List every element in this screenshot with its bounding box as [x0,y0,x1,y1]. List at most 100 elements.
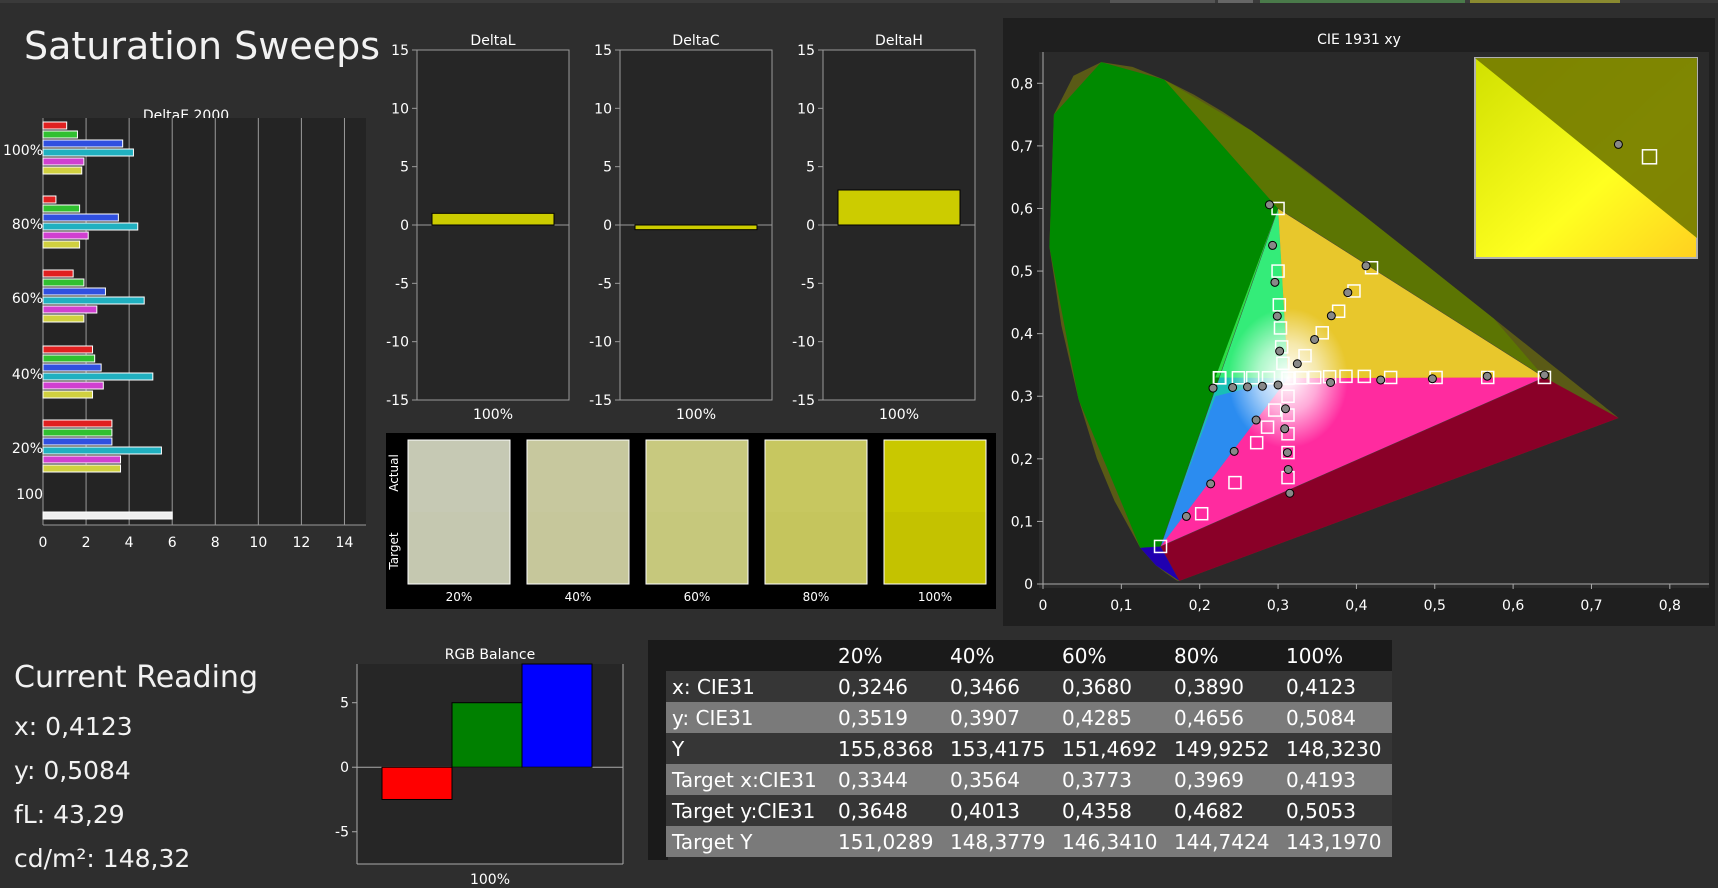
measured-marker [1280,424,1290,434]
table-header-cell: 60% [1062,643,1107,668]
table-cell: 0,5084 [1286,705,1356,730]
measured-marker [1208,383,1218,393]
x-tick-label: 4 [125,535,134,551]
category-label: 100% [676,407,716,423]
swatch-target [646,512,748,584]
measurement-table: 20% 40% 60% 80% 100% x: CIE31 0,3246 0,3… [666,640,1392,857]
deltae-bar [42,231,89,240]
measured-marker [1281,404,1291,414]
y-tick-label: 10 [797,101,815,117]
table-row: x: CIE31 0,3246 0,3466 0,3680 0,3890 0,4… [666,671,1392,702]
y-tick-label: 0,4 [1011,327,1033,343]
measured-marker [1275,346,1285,356]
swatch-actual [884,440,986,512]
deltae-bar [42,213,119,222]
deltae-bar [42,240,81,249]
measured-marker [1427,374,1437,384]
deltae-bar [42,363,102,372]
row-label: x: CIE31 [672,674,755,699]
swatch-actual [646,440,748,512]
x-tick-label: 0,6 [1502,598,1524,614]
inset-measured-marker [1613,139,1623,149]
toolbar-tab[interactable] [1110,0,1215,3]
deltae-bar [42,345,94,354]
table-row: Y 155,8368 153,4175 151,4692 149,9252 14… [666,733,1392,764]
row-label-target: Target [387,532,401,570]
x-tick-label: 0,3 [1267,598,1289,614]
table-cell: 0,3466 [950,674,1020,699]
x-tick-label: 2 [82,535,91,551]
x-tick-label: 0,5 [1424,598,1446,614]
deltae-bar [42,269,74,278]
deltae-bar [42,381,104,390]
deltae-bar [42,437,113,446]
table-cell: 0,3969 [1174,767,1244,792]
cie-1931-chart: CIE 1931 xy 0 0,1 0,2 0,3 0,4 0,5 0,6 0,7 0,8 0 0,1… [1003,18,1715,626]
y-tick-label: 0,6 [1011,201,1033,217]
reading-y: y: 0,5084 [14,756,131,785]
toolbar-tab[interactable] [1218,0,1253,3]
measured-marker [1282,448,1292,458]
y-tick-label: 0,5 [1011,264,1033,280]
x-tick-label: 0 [39,535,48,551]
row-label: Y [672,736,685,761]
measured-marker [1310,334,1320,344]
reading-fl: fL: 43,29 [14,800,125,829]
toolbar-tab[interactable] [1470,0,1620,3]
y-tick-label: 5 [400,160,409,176]
table-header-cell: 80% [1174,643,1219,668]
swatch-label: 80% [803,590,830,604]
deltah-chart: DeltaH 15 10 5 0 -5 -10 -15 100% [792,33,976,423]
group-label: 100 [16,487,43,503]
group-label: 60% [12,291,43,307]
x-tick-label: 12 [292,535,310,551]
measured-marker [1376,375,1386,385]
page-title: Saturation Sweeps [24,24,381,68]
table-cell: 0,3344 [838,767,908,792]
delta-bar [634,224,758,231]
swatch-actual [408,440,510,512]
current-reading-heading: Current Reading [14,660,258,695]
table-cell: 153,4175 [950,736,1046,761]
table-header-row: 20% 40% 60% 80% 100% [666,640,1392,671]
deltae-bar [42,195,57,204]
y-tick-label: 10 [391,101,409,117]
table-row: Target Y 151,0289 148,3779 146,3410 144,… [666,826,1392,857]
y-tick-label: 15 [391,43,409,59]
toolbar-tab[interactable] [1260,0,1465,3]
y-tick-label: 0,7 [1011,139,1033,155]
rgb-bar [451,702,523,768]
measured-marker [1273,380,1283,390]
table-cell: 0,4358 [1062,798,1132,823]
measured-marker [1243,382,1253,392]
table-header-cell: 20% [838,643,883,668]
x-tick-label: 0,4 [1345,598,1367,614]
table-cell: 149,9252 [1174,736,1270,761]
measured-marker [1264,200,1274,210]
y-tick-label: -10 [792,335,815,351]
measured-marker [1268,240,1278,250]
measured-marker [1270,277,1280,287]
chart-title: CIE 1931 xy [1317,32,1401,48]
deltae-bar [42,222,139,231]
chart-title: DeltaL [470,33,515,49]
swatch-target [765,512,867,584]
deltae-bar [42,314,85,323]
deltae-bar [42,446,162,455]
reading-x: x: 0,4123 [14,712,133,741]
y-tick-label: 0 [1024,577,1033,593]
deltae-bar [42,511,173,520]
y-tick-label: 0 [603,218,612,234]
x-tick-label: 0,7 [1580,598,1602,614]
deltae-bar [42,148,134,157]
y-tick-label: 0 [340,760,349,776]
swatch-label: 20% [446,590,473,604]
x-tick-label: 10 [249,535,267,551]
y-tick-label: 5 [603,160,612,176]
table-cell: 0,4193 [1286,767,1356,792]
deltae-bar [42,305,98,314]
top-toolbar-strip [0,0,1718,3]
rgb-bar [381,766,453,800]
y-tick-label: -5 [395,276,409,292]
y-tick-label: 0 [400,218,409,234]
